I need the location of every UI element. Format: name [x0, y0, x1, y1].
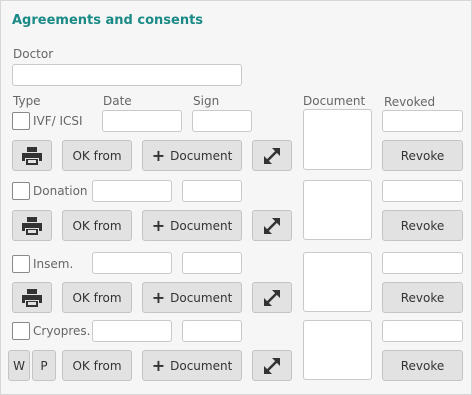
add-document-button-insem[interactable]: + Document: [142, 282, 242, 313]
document-button-label: Document: [170, 290, 233, 305]
print-button-donation[interactable]: [12, 210, 52, 241]
document-box-insem[interactable]: [303, 252, 372, 312]
p-button-cryopres[interactable]: P: [32, 350, 56, 381]
agreements-panel: Agreements and consents Doctor Type Date…: [0, 0, 472, 395]
type-label-insem: Insem.: [33, 257, 74, 271]
printer-icon: [22, 216, 42, 235]
expand-arrows-icon: [262, 356, 282, 376]
type-label-donation: Donation: [33, 184, 88, 198]
expand-button-insem[interactable]: [252, 282, 292, 313]
type-label-cryopres: Cryopres.: [33, 324, 91, 338]
checkbox-cryopres[interactable]: [12, 322, 30, 340]
print-button-ivf-icsi[interactable]: [12, 140, 52, 171]
add-document-button-donation[interactable]: + Document: [142, 210, 242, 241]
sign-input-cryopres[interactable]: [182, 320, 242, 342]
panel-title: Agreements and consents: [12, 13, 204, 28]
date-input-donation[interactable]: [92, 180, 172, 202]
print-button-insem[interactable]: [12, 282, 52, 313]
expand-arrows-icon: [262, 216, 282, 236]
document-button-label: Document: [170, 358, 233, 373]
sign-input-ivf-icsi[interactable]: [192, 110, 252, 132]
plus-icon: +: [151, 355, 166, 375]
doctor-label: Doctor: [13, 47, 54, 61]
revoke-button-donation[interactable]: Revoke: [382, 210, 463, 241]
date-input-insem[interactable]: [92, 252, 172, 274]
w-button-cryopres[interactable]: W: [8, 350, 30, 381]
revoked-input-insem[interactable]: [382, 252, 463, 274]
checkbox-donation[interactable]: [12, 182, 30, 200]
plus-icon: +: [151, 287, 166, 307]
column-sign-label: Sign: [193, 94, 220, 108]
date-input-cryopres[interactable]: [92, 320, 172, 342]
checkbox-insem[interactable]: [12, 255, 30, 273]
document-button-label: Document: [170, 148, 233, 163]
printer-icon: [22, 146, 42, 165]
expand-button-donation[interactable]: [252, 210, 292, 241]
document-box-donation[interactable]: [303, 180, 372, 240]
ok-from-button-ivf-icsi[interactable]: OK from: [62, 140, 132, 171]
sign-input-donation[interactable]: [182, 180, 242, 202]
expand-button-cryopres[interactable]: [252, 350, 292, 381]
type-label-ivf-icsi: IVF/ ICSI: [33, 114, 83, 128]
revoked-input-donation[interactable]: [382, 180, 463, 202]
expand-arrows-icon: [262, 146, 282, 166]
document-button-label: Document: [170, 218, 233, 233]
revoked-input-cryopres[interactable]: [382, 320, 463, 342]
sign-input-insem[interactable]: [182, 252, 242, 274]
revoke-button-ivf-icsi[interactable]: Revoke: [382, 140, 463, 171]
plus-icon: +: [151, 145, 166, 165]
expand-arrows-icon: [262, 288, 282, 308]
ok-from-button-cryopres[interactable]: OK from: [62, 350, 132, 381]
document-box-ivf-icsi[interactable]: [303, 109, 372, 170]
column-type-label: Type: [13, 94, 41, 108]
date-input-ivf-icsi[interactable]: [102, 110, 182, 132]
ok-from-button-insem[interactable]: OK from: [62, 282, 132, 313]
column-document-label: Document: [303, 94, 366, 108]
revoke-button-cryopres[interactable]: Revoke: [382, 350, 463, 381]
revoked-input-ivf-icsi[interactable]: [382, 110, 463, 132]
checkbox-ivf-icsi[interactable]: [12, 112, 30, 130]
ok-from-button-donation[interactable]: OK from: [62, 210, 132, 241]
add-document-button-ivf-icsi[interactable]: + Document: [142, 140, 242, 171]
plus-icon: +: [151, 215, 166, 235]
column-revoked-label: Revoked: [384, 95, 436, 109]
add-document-button-cryopres[interactable]: + Document: [142, 350, 242, 381]
doctor-input[interactable]: [12, 64, 242, 86]
revoke-button-insem[interactable]: Revoke: [382, 282, 463, 313]
printer-icon: [22, 288, 42, 307]
expand-button-ivf-icsi[interactable]: [252, 140, 292, 171]
document-box-cryopres[interactable]: [303, 320, 372, 380]
column-date-label: Date: [103, 94, 132, 108]
